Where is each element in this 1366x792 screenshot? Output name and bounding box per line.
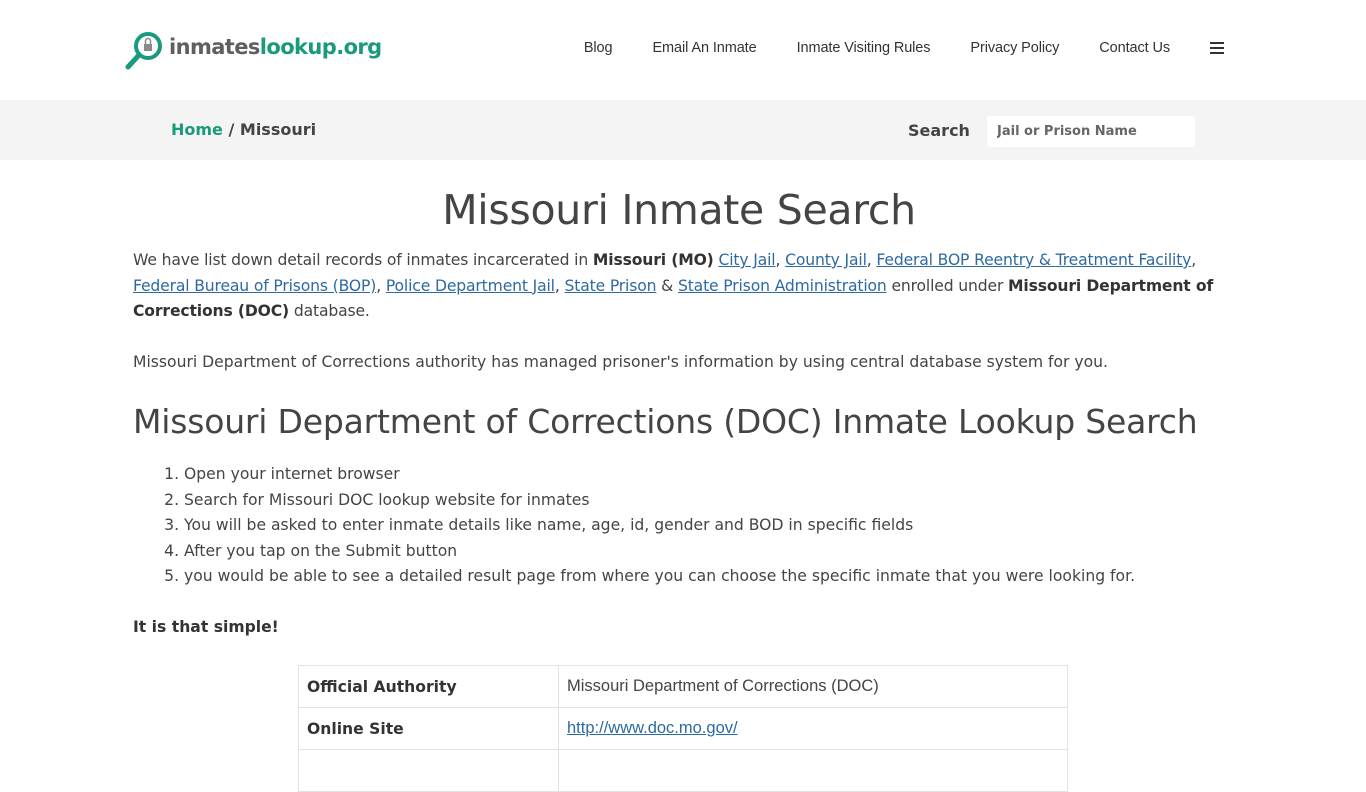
hamburger-icon[interactable]: [1210, 42, 1224, 54]
breadcrumb: Home / Missouri: [171, 120, 316, 139]
nav-inmate-visiting-rules[interactable]: Inmate Visiting Rules: [797, 40, 931, 56]
info-table: Official Authority Missouri Department o…: [298, 665, 1068, 792]
link-federal-bop[interactable]: Federal Bureau of Prisons (BOP): [133, 277, 376, 295]
table-key: [298, 749, 559, 792]
breadcrumb-home[interactable]: Home: [171, 120, 223, 139]
breadcrumb-bar: Home / Missouri Search: [0, 100, 1366, 160]
nav-blog[interactable]: Blog: [584, 40, 613, 56]
intro-paragraph: We have list down detail records of inma…: [133, 251, 1214, 320]
main-content: Missouri Inmate Search We have list down…: [133, 160, 1225, 792]
table-row: [298, 749, 1068, 792]
intro-state: Missouri (MO): [592, 251, 714, 269]
site-logo[interactable]: inmateslookup.org: [123, 29, 382, 73]
step-item: you would be able to see a detailed resu…: [184, 564, 1225, 590]
link-city-jail[interactable]: City Jail: [718, 251, 775, 269]
intro-text-3: database.: [289, 302, 370, 320]
table-key: Online Site: [298, 707, 559, 750]
link-federal-bop-reentry[interactable]: Federal BOP Reentry & Treatment Facility: [876, 251, 1191, 269]
intro-text-2: enrolled under: [886, 276, 1009, 295]
nav-privacy-policy[interactable]: Privacy Policy: [970, 40, 1059, 56]
nav-email-an-inmate[interactable]: Email An Inmate: [652, 40, 756, 56]
table-row: Online Site http://www.doc.mo.gov/: [298, 707, 1068, 750]
logo-text: inmateslookup.org: [169, 35, 382, 59]
search-input[interactable]: [987, 116, 1195, 147]
site-header: inmateslookup.org Blog Email An Inmate I…: [0, 0, 1366, 100]
step-item: Search for Missouri DOC lookup website f…: [184, 488, 1225, 514]
table-value: http://www.doc.mo.gov/: [558, 707, 1068, 750]
intro-text: We have list down detail records of inma…: [133, 251, 593, 269]
table-value: Missouri Department of Corrections (DOC): [558, 665, 1068, 708]
table-row: Official Authority Missouri Department o…: [298, 665, 1068, 708]
intro-amp: &: [656, 276, 678, 295]
steps-list: Open your internet browser Search for Mi…: [133, 462, 1225, 590]
magnifier-lock-icon: [125, 32, 162, 70]
section-title: Missouri Department of Corrections (DOC)…: [133, 402, 1198, 441]
simple-note: It is that simple!: [133, 617, 279, 636]
step-item: After you tap on the Submit button: [184, 539, 1225, 565]
link-police-department-jail[interactable]: Police Department Jail: [386, 277, 555, 295]
online-site-link[interactable]: http://www.doc.mo.gov/: [567, 719, 738, 737]
nav-contact-us[interactable]: Contact Us: [1099, 40, 1170, 56]
breadcrumb-separator: /: [222, 120, 240, 139]
link-state-prison-administration[interactable]: State Prison Administration: [678, 277, 887, 295]
step-item: Open your internet browser: [184, 462, 1225, 488]
table-value: [558, 749, 1068, 792]
search-label: Search: [908, 121, 970, 140]
main-nav: Blog Email An Inmate Inmate Visiting Rul…: [544, 40, 1224, 56]
breadcrumb-current: Missouri: [239, 120, 317, 139]
page-title: Missouri Inmate Search: [442, 186, 916, 234]
link-state-prison[interactable]: State Prison: [564, 277, 656, 295]
link-county-jail[interactable]: County Jail: [785, 251, 867, 269]
authority-paragraph: Missouri Department of Corrections autho…: [133, 352, 1108, 371]
step-item: You will be asked to enter inmate detail…: [184, 513, 1225, 539]
table-key: Official Authority: [298, 665, 559, 708]
